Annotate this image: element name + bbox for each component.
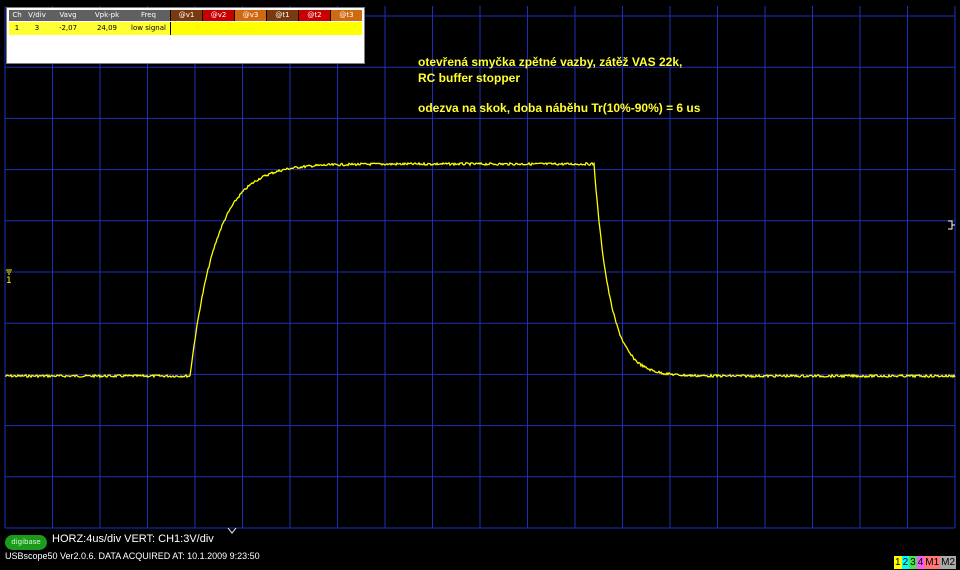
scale-readout: HORZ:4us/div VERT: CH1:3V/div <box>52 533 214 545</box>
header-vpkpk: Vpk-pk <box>94 11 120 19</box>
header-vdiv: V/div <box>28 11 46 19</box>
value-vdiv: 3 <box>34 24 40 32</box>
value-vpkpk: 24,09 <box>96 24 118 32</box>
channel-3-button[interactable]: 3 <box>909 556 917 569</box>
value-vavg: -2,07 <box>58 24 78 32</box>
channel-1-button[interactable]: 1 <box>894 556 902 569</box>
header-cursor-v1[interactable]: @v1 <box>170 10 202 21</box>
cursor-values-box <box>170 22 362 35</box>
trigger-level-marker[interactable] <box>948 220 955 230</box>
header-cursor-t2[interactable]: @t2 <box>298 10 330 21</box>
header-vavg: Vavg <box>59 11 77 19</box>
header-cursor-v3[interactable]: @v3 <box>234 10 266 21</box>
channel-selector: 1 2 3 4 M1 M2 <box>894 556 957 569</box>
status-line: USBscope50 Ver2.0.6. DATA ACQUIRED AT: 1… <box>5 551 260 561</box>
value-freq: low signal <box>131 24 166 32</box>
scope-display[interactable]: 1 <box>0 0 960 570</box>
math-1-button[interactable]: M1 <box>924 556 941 569</box>
measurement-header-row: Ch V/div Vavg Vpk-pk Freq @v1 @v2 @v3 @t… <box>9 10 362 21</box>
header-channel: Ch <box>12 11 22 19</box>
annotation-line-2: RC buffer stopper <box>418 71 520 85</box>
value-channel: 1 <box>14 24 20 32</box>
annotation-line-1: otevřená smyčka zpětné vazby, zátěž VAS … <box>418 55 683 69</box>
measurement-panel: Ch V/div Vavg Vpk-pk Freq @v1 @v2 @v3 @t… <box>6 7 365 64</box>
header-freq: Freq <box>141 11 156 19</box>
header-cursor-t1[interactable]: @t1 <box>266 10 298 21</box>
ground-marker-label: 1 <box>6 276 12 286</box>
scope-screen: 1 Ch V/div Vavg Vpk-pk Freq @v1 @v2 @v3 … <box>0 0 960 570</box>
annotation-line-3: odezva na skok, doba náběhu Tr(10%-90%) … <box>418 101 701 115</box>
header-cursor-t3[interactable]: @t3 <box>330 10 362 21</box>
trigger-time-marker[interactable] <box>227 527 237 534</box>
channel-2-button[interactable]: 2 <box>901 556 910 569</box>
math-2-button[interactable]: M2 <box>940 556 957 569</box>
digibase-logo: digibase <box>5 535 47 550</box>
header-cursor-v2[interactable]: @v2 <box>202 10 234 21</box>
channel-4-button[interactable]: 4 <box>916 556 925 569</box>
